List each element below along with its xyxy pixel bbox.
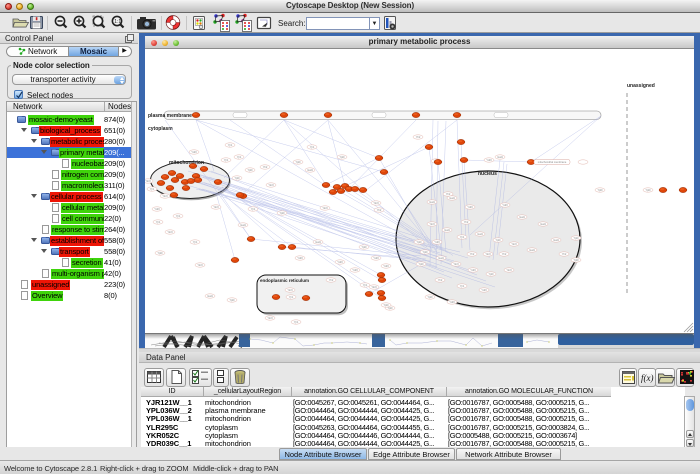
svg-text:Ykr0: Ykr0 (145, 179, 151, 183)
svg-text:Gal4: Gal4 (444, 228, 450, 232)
svg-text:Ypl0: Ypl0 (419, 262, 425, 266)
svg-text:Ylr2: Ylr2 (438, 278, 443, 282)
svg-text:Ydr0: Ydr0 (470, 268, 476, 272)
svg-text:Yjr1: Yjr1 (363, 283, 368, 287)
svg-text:Ykr0: Ykr0 (485, 252, 491, 256)
svg-text:Gal4: Gal4 (438, 256, 444, 260)
svg-text:Ykr0: Ykr0 (429, 222, 435, 226)
svg-text:Gal4: Gal4 (207, 294, 213, 298)
svg-text:Ydr0: Ydr0 (486, 158, 492, 162)
svg-text:Ypl0: Ypl0 (280, 211, 286, 215)
svg-text:Ykr0: Ykr0 (453, 262, 459, 266)
svg-text:Ypl0: Ypl0 (496, 238, 502, 242)
svg-text:Yjr1: Yjr1 (460, 284, 465, 288)
svg-text:Ykr0: Ykr0 (287, 288, 293, 292)
svg-text:Ylr2: Ylr2 (263, 165, 268, 169)
svg-text:Gal4: Gal4 (477, 232, 483, 236)
svg-text:Gal4: Gal4 (449, 196, 455, 200)
svg-text:Ylr2: Ylr2 (329, 278, 334, 282)
svg-text:endoplasmic reticulum: endoplasmic reticulum (260, 278, 309, 283)
svg-text:Ydr0: Ydr0 (154, 207, 160, 211)
svg-text:Ydr0: Ydr0 (373, 256, 379, 260)
svg-text:Ydr0: Ydr0 (502, 203, 508, 207)
svg-text:plasma membrane: plasma membrane (148, 113, 192, 119)
svg-text:Gal4: Gal4 (540, 222, 546, 226)
svg-text:Ykr0: Ykr0 (511, 242, 517, 246)
svg-text:Ylr2: Ylr2 (470, 252, 475, 256)
svg-text:Ypl0: Ypl0 (248, 168, 254, 172)
svg-text:Ypl0: Ypl0 (235, 176, 241, 180)
svg-text:Gal4: Gal4 (553, 238, 559, 242)
svg-text:Gal4: Gal4 (429, 200, 435, 204)
svg-text:Ydr0: Ydr0 (337, 260, 343, 264)
svg-text:Ypl0: Ypl0 (574, 258, 580, 262)
svg-text:nucleus: nucleus (478, 171, 497, 177)
svg-text:Ylr2: Ylr2 (464, 220, 469, 224)
svg-text:Gal4: Gal4 (497, 155, 503, 159)
svg-text:Yjr1: Yjr1 (224, 158, 229, 162)
svg-text:Gal4: Gal4 (240, 223, 246, 227)
svg-text:Ykr0: Ykr0 (322, 206, 328, 210)
svg-text:Ykr0: Ykr0 (371, 285, 377, 289)
svg-text:Ykr0: Ykr0 (506, 268, 512, 272)
svg-text:Ypl0: Ypl0 (423, 250, 429, 254)
svg-text:Ypl0: Ypl0 (362, 245, 368, 249)
svg-text:Gal4: Gal4 (315, 240, 321, 244)
svg-text:Ydr0: Ydr0 (352, 268, 358, 272)
svg-text:Yjr1: Yjr1 (294, 320, 299, 324)
svg-text:Ypl0: Ypl0 (598, 188, 604, 192)
svg-text:Ypl0: Ypl0 (340, 155, 346, 159)
svg-text:Ykr0: Ykr0 (373, 201, 379, 205)
svg-text:Ykr0: Ykr0 (162, 194, 168, 198)
svg-text:Ylr2: Ylr2 (377, 208, 382, 212)
svg-text:Yjr1: Yjr1 (176, 214, 181, 218)
svg-text:Yjr1: Yjr1 (289, 295, 294, 299)
svg-text:Yjr1: Yjr1 (193, 240, 198, 244)
svg-text:Ydr0: Ydr0 (297, 256, 303, 260)
svg-text:Yjr1: Yjr1 (310, 145, 315, 149)
svg-text:unassigned: unassigned (627, 83, 655, 89)
svg-text:Ypl0: Ypl0 (296, 160, 302, 164)
svg-text:Ypl0: Ypl0 (489, 272, 495, 276)
svg-text:Yjr1: Yjr1 (237, 155, 242, 159)
svg-text:Ydr0: Ydr0 (467, 205, 473, 209)
svg-text:Ydr0: Ydr0 (481, 288, 487, 292)
svg-text:Ypl0: Ypl0 (574, 236, 580, 240)
svg-text:Yjr1: Yjr1 (228, 143, 233, 147)
svg-text:Ypl0: Ypl0 (417, 240, 423, 244)
svg-text:Ypl0: Ypl0 (158, 251, 164, 255)
svg-text:Yjr1: Yjr1 (460, 235, 465, 239)
svg-text:Gal4: Gal4 (519, 215, 525, 219)
svg-text:Ykr0: Ykr0 (267, 316, 273, 320)
svg-text:Ykr0: Ykr0 (167, 230, 173, 234)
svg-text:Ykr0: Ykr0 (213, 205, 219, 209)
svg-text:Ypl0: Ypl0 (428, 295, 434, 299)
svg-text:Yjr1: Yjr1 (156, 220, 161, 224)
svg-text:Ydr0: Ydr0 (383, 264, 389, 268)
svg-text:cytoplasm: cytoplasm (148, 126, 173, 132)
svg-text:Ylr2: Ylr2 (446, 192, 451, 196)
svg-text:Yjr1: Yjr1 (251, 207, 256, 211)
svg-text:Ypl0: Ypl0 (384, 303, 390, 307)
svg-text:Ypl0: Ypl0 (646, 188, 652, 192)
svg-text:1:1: 1:1 (114, 19, 121, 25)
svg-text:f(x): f(x) (641, 373, 654, 383)
svg-text:Gal4: Gal4 (307, 168, 313, 172)
svg-text:Ylr2: Ylr2 (562, 252, 567, 256)
svg-text:Ydr0: Ydr0 (449, 300, 455, 304)
svg-text:mitochondrial membrane: mitochondrial membrane (538, 160, 567, 164)
svg-text:Ypl0: Ypl0 (230, 298, 236, 302)
svg-text:Ykr0: Ykr0 (268, 183, 274, 187)
svg-text:Ykr0: Ykr0 (197, 263, 203, 267)
svg-text:Ylr2: Ylr2 (416, 135, 421, 139)
svg-text:Yjr1: Yjr1 (150, 187, 155, 191)
svg-text:mitochondrion: mitochondrion (169, 160, 204, 166)
svg-text:Ydr0: Ydr0 (434, 240, 440, 244)
svg-text:Ydr0: Ydr0 (191, 150, 197, 154)
svg-text:Gal4: Gal4 (529, 248, 535, 252)
svg-text:Ylr2: Ylr2 (502, 252, 507, 256)
